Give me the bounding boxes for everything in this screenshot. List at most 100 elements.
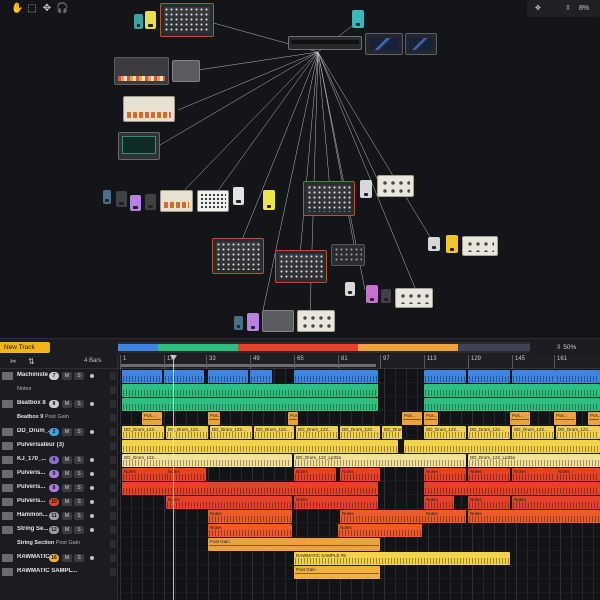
clip[interactable] — [424, 384, 600, 397]
clip[interactable]: Notes — [208, 524, 292, 537]
clip[interactable]: Notes — [468, 496, 510, 509]
mixer-device[interactable] — [288, 36, 362, 50]
track-expand-handle[interactable] — [110, 372, 116, 380]
clip[interactable]: Notes — [208, 510, 292, 523]
pedal-device[interactable] — [145, 11, 156, 29]
playhead[interactable] — [173, 355, 174, 600]
track-name[interactable]: Hammon... — [17, 512, 51, 518]
track-expand-handle[interactable] — [110, 428, 116, 436]
pedal-device[interactable] — [428, 237, 440, 251]
mute-button[interactable]: M — [62, 512, 72, 520]
record-arm-button[interactable] — [90, 556, 94, 560]
bars-selector[interactable]: 4 Bars — [84, 358, 101, 364]
pedal-device[interactable] — [381, 289, 391, 303]
utility-module[interactable] — [462, 236, 498, 256]
clip[interactable]: Notes — [424, 468, 466, 481]
pedal-device[interactable] — [233, 187, 244, 205]
arrangement-timeline[interactable]: 1173349658197113129145161 Pos...Pos...Po… — [118, 355, 600, 600]
track-expand-handle[interactable] — [110, 470, 116, 478]
timeline-zoom-value[interactable]: ⇳ 50% — [556, 341, 576, 354]
clip[interactable] — [404, 440, 600, 453]
clip[interactable]: Notes — [556, 468, 600, 481]
clip[interactable]: Pos... — [588, 412, 600, 425]
drum-machine-909[interactable] — [123, 96, 175, 122]
utility-module[interactable] — [377, 175, 414, 197]
track-expand-handle[interactable] — [110, 414, 116, 422]
clip[interactable]: DD_Drum_122... — [424, 426, 466, 439]
track-expand-handle[interactable] — [110, 498, 116, 506]
clip[interactable]: Post Gain — [208, 538, 380, 551]
track-name[interactable]: Pulveris... — [17, 470, 51, 476]
clip[interactable]: Notes — [166, 496, 292, 509]
clip[interactable]: DD_Drum_122... — [122, 426, 164, 439]
effect-module[interactable] — [262, 310, 294, 332]
record-arm-button[interactable] — [90, 402, 94, 406]
drum-machine-808[interactable] — [114, 57, 169, 85]
clip[interactable]: Notes — [340, 510, 424, 523]
clip[interactable]: Notes — [166, 468, 206, 481]
track-name[interactable]: KJ_170_... — [17, 456, 51, 462]
track-row[interactable]: String Se... 12 M S — [0, 523, 118, 537]
new-track-button[interactable]: New Track — [0, 342, 50, 353]
clip[interactable]: Pos... — [424, 412, 438, 425]
synth-module[interactable] — [212, 238, 264, 274]
track-expand-handle[interactable] — [110, 442, 116, 450]
clip[interactable] — [424, 370, 466, 383]
clip[interactable] — [122, 370, 162, 383]
track-expand-handle[interactable] — [110, 386, 116, 394]
pedal-device[interactable] — [446, 235, 458, 253]
solo-button[interactable]: S — [74, 400, 84, 408]
solo-button[interactable]: S — [74, 484, 84, 492]
clip[interactable] — [556, 370, 600, 383]
clip[interactable]: Notes — [340, 468, 380, 481]
pedal-device[interactable] — [116, 191, 127, 207]
solo-button[interactable]: S — [74, 554, 84, 562]
track-name[interactable]: RAWMATIC... — [17, 554, 51, 560]
tracks-icon[interactable]: ⇅ — [28, 357, 35, 366]
clip[interactable]: DD_Drum_122_Lp32a — [468, 454, 600, 467]
grid-controller[interactable] — [197, 190, 229, 212]
utility-module[interactable] — [297, 310, 335, 332]
record-arm-button[interactable] — [90, 514, 94, 518]
effect-module[interactable] — [172, 60, 200, 82]
track-expand-handle[interactable] — [110, 456, 116, 464]
clip[interactable]: Post Gain — [294, 566, 380, 579]
clip[interactable]: Notes — [338, 524, 422, 537]
mute-button[interactable]: M — [62, 470, 72, 478]
clip[interactable]: Notes — [424, 496, 454, 509]
track-row[interactable]: Notes — [0, 383, 118, 397]
clip[interactable]: Notes — [468, 468, 510, 481]
clip[interactable]: RAWMATIC SAMPLE #9 — [294, 552, 510, 565]
clip[interactable]: DD_Drum_122... — [296, 426, 338, 439]
clip[interactable] — [122, 384, 378, 397]
clip[interactable]: Pos... — [510, 412, 530, 425]
clip[interactable]: DD_Drum_122... — [122, 454, 292, 467]
track-name[interactable]: DD_Drum_... — [17, 428, 51, 434]
clip[interactable]: DD_Drum_122... — [512, 426, 554, 439]
record-arm-button[interactable] — [90, 528, 94, 532]
track-expand-handle[interactable] — [110, 568, 116, 576]
pedal-device[interactable] — [360, 180, 372, 198]
headphones-icon[interactable]: 🎧 — [56, 3, 68, 15]
mute-button[interactable]: M — [62, 400, 72, 408]
mute-button[interactable]: M — [62, 428, 72, 436]
solo-button[interactable]: S — [74, 526, 84, 534]
track-expand-handle[interactable] — [110, 400, 116, 408]
track-row[interactable]: KJ_170_... 4 M S — [0, 453, 118, 467]
record-arm-button[interactable] — [90, 458, 94, 462]
clip[interactable]: Notes — [512, 496, 600, 509]
track-name[interactable]: Pulveris... — [17, 498, 51, 504]
pedal-device[interactable] — [366, 285, 378, 303]
clip[interactable] — [468, 370, 510, 383]
arrangement-overview[interactable] — [118, 342, 530, 353]
clip[interactable] — [208, 370, 248, 383]
track-name[interactable]: String Se... — [17, 526, 51, 532]
pedal-device[interactable] — [247, 313, 259, 331]
mute-button[interactable]: M — [62, 372, 72, 380]
mute-button[interactable]: M — [62, 554, 72, 562]
clip[interactable]: Notes — [294, 468, 336, 481]
clip[interactable] — [424, 482, 600, 495]
track-row[interactable]: Pulverisateur (3) — [0, 439, 118, 453]
track-row[interactable]: DD_Drum_... 2 M S — [0, 425, 118, 439]
move-icon[interactable]: ✥ — [41, 3, 53, 15]
